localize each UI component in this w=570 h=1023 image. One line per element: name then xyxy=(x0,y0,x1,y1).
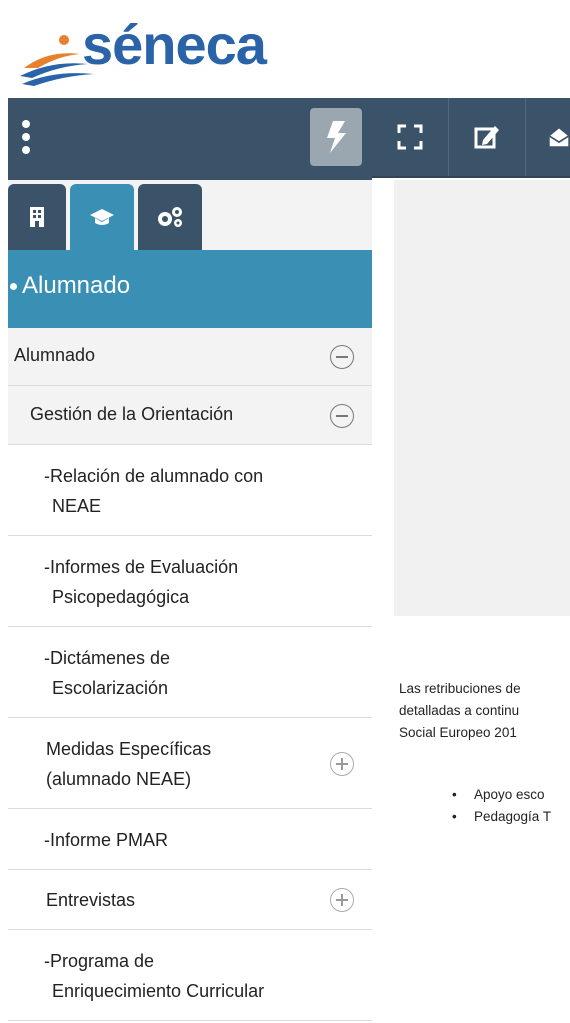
menu-item-label: Gestión de la Orientación xyxy=(30,404,234,424)
bullet-dot xyxy=(10,283,17,291)
menu-item-label: -Relación de alumnado con xyxy=(44,466,264,486)
menu-item-label: Entrevistas xyxy=(46,890,136,910)
menu-item-informes-evaluacion[interactable]: -Informes de Evaluación Psicopedagógica xyxy=(8,536,372,627)
menu-item-label: Medidas Específicas xyxy=(46,739,212,759)
content-line: Las retribuciones de xyxy=(399,681,521,696)
menu-item-label: Enriquecimiento Curricular xyxy=(52,981,265,1001)
menu-item-entrevistas[interactable]: Entrevistas xyxy=(8,870,372,930)
edit-icon xyxy=(474,126,499,149)
tab-alumnado[interactable] xyxy=(70,184,134,250)
menu-item-label: -Informes de Evaluación xyxy=(44,557,239,577)
fullscreen-icon xyxy=(397,124,423,150)
logo-text: séneca xyxy=(82,13,267,76)
menu-item-label: Psicopedagógica xyxy=(52,587,190,607)
content-paragraph: Las retribuciones de detalladas a contin… xyxy=(399,678,570,744)
tab-configuracion[interactable] xyxy=(138,184,202,250)
graduation-cap-icon xyxy=(90,209,114,225)
expand-icon[interactable] xyxy=(330,752,354,776)
building-icon xyxy=(30,207,44,227)
section-title-text: Alumnado xyxy=(22,272,131,299)
collapse-icon[interactable] xyxy=(330,404,354,428)
menu-item-label: NEAE xyxy=(52,496,102,516)
expand-icon[interactable] xyxy=(330,888,354,912)
menu-item-label: (alumnado NEAE) xyxy=(46,769,192,789)
collapse-icon[interactable] xyxy=(330,345,354,369)
envelope-button[interactable] xyxy=(526,98,570,176)
content-line: detalladas a continu xyxy=(399,703,520,718)
tab-centro[interactable] xyxy=(8,184,66,250)
menu-item-informe-pmar[interactable]: -Informe PMAR xyxy=(8,809,372,870)
fullscreen-button[interactable] xyxy=(372,98,449,176)
seneca-logo[interactable]: séneca xyxy=(18,10,278,95)
quick-access-button[interactable] xyxy=(310,108,362,166)
section-title: Alumnado xyxy=(8,250,372,328)
menu-item-dictamenes[interactable]: -Dictámenes de Escolarización xyxy=(8,627,372,718)
menu-item-label: -Programa de xyxy=(44,951,155,971)
menu-item-alumnado[interactable]: Alumnado xyxy=(8,328,372,386)
cogs-icon xyxy=(158,207,182,227)
kebab-icon[interactable] xyxy=(22,120,34,160)
envelope-icon xyxy=(549,128,569,147)
edit-button[interactable] xyxy=(449,98,526,176)
menu-item-gestion-orientacion[interactable]: Gestión de la Orientación xyxy=(8,386,372,445)
menu-item-relacion-neae[interactable]: -Relación de alumnado con NEAE xyxy=(8,445,372,536)
bolt-icon xyxy=(327,121,346,153)
menu-item-label: Alumnado xyxy=(14,345,96,365)
content-line: Social Europeo 201 xyxy=(399,725,517,740)
sidebar-tabs xyxy=(8,180,372,250)
sidebar-menu: Alumnado Gestión de la Orientación -Rela… xyxy=(8,328,372,1021)
menu-item-programa-enriquecimiento[interactable]: -Programa de Enriquecimiento Curricular xyxy=(8,930,372,1021)
menu-item-label: -Dictámenes de xyxy=(44,648,171,668)
content-banner xyxy=(394,180,570,616)
list-item: Pedagogía T xyxy=(452,806,570,828)
menu-item-medidas-especificas[interactable]: Medidas Específicas (alumnado NEAE) xyxy=(8,718,372,809)
menu-item-label: Escolarización xyxy=(52,678,169,698)
list-item: Apoyo esco xyxy=(452,784,570,806)
sidebar-header xyxy=(8,98,372,180)
toolbar xyxy=(372,98,570,178)
content-bullet-list: Apoyo esco Pedagogía T xyxy=(452,784,570,828)
menu-item-label: -Informe PMAR xyxy=(44,830,169,850)
